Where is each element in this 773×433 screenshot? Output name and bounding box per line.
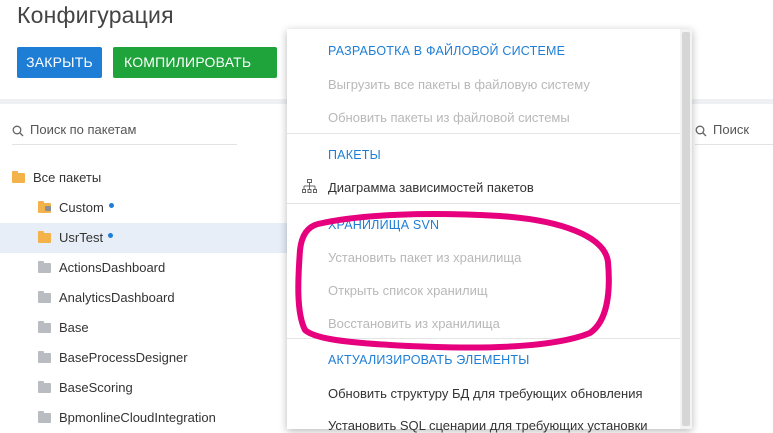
menu-header-update-elements: АКТУАЛИЗИРОВАТЬ ЭЛЕМЕНТЫ (328, 353, 530, 367)
hierarchy-icon (302, 179, 317, 193)
tree-item-label: UsrTest (59, 230, 104, 245)
tree-item-label: Base (59, 320, 89, 335)
tree-item-label: Все пакеты (33, 170, 102, 185)
locked-folder-icon (38, 200, 51, 213)
compile-button[interactable]: КОМПИЛИРОВАТЬ (113, 47, 277, 97)
menu-item-update-from-file-system[interactable]: Обновить пакеты из файловой системы (328, 110, 570, 125)
tree-item-label: Custom (59, 200, 104, 215)
folder-icon (12, 170, 25, 183)
menu-item-install-from-repository[interactable]: Установить пакет из хранилища (328, 250, 521, 265)
tree-item-custom[interactable]: Custom (38, 193, 282, 223)
menu-separator (287, 338, 680, 339)
page-title: Конфигурация (17, 2, 174, 28)
close-button[interactable]: ЗАКРЫТЬ (17, 47, 102, 78)
tree-item-label: ActionsDashboard (59, 260, 166, 275)
right-search-input[interactable]: Поиск (695, 122, 773, 145)
menu-item-install-sql-scripts[interactable]: Установить SQL сценарии для требующих ус… (328, 418, 648, 433)
right-search-placeholder: Поиск (713, 122, 750, 137)
tree-item-basescoring[interactable]: BaseScoring (38, 373, 282, 403)
folder-icon (38, 350, 51, 363)
menu-item-export-packages[interactable]: Выгрузить все пакеты в файловую систему (328, 77, 590, 92)
menu-header-svn-repositories: ХРАНИЛИЩА SVN (328, 218, 440, 232)
menu-scrollbar-thumb[interactable] (682, 32, 690, 426)
modified-indicator (108, 203, 114, 209)
search-icon (695, 125, 707, 137)
folder-icon (38, 230, 51, 243)
compile-button-label: КОМПИЛИРОВАТЬ (124, 54, 252, 70)
tree-item-label: BaseScoring (59, 380, 133, 395)
folder-icon (38, 410, 51, 423)
folder-icon (38, 320, 51, 333)
menu-item-package-dependency-diagram[interactable]: Диаграмма зависимостей пакетов (328, 180, 534, 195)
menu-item-open-repository-list[interactable]: Открыть список хранилищ (328, 283, 488, 298)
tree-item-all-packages[interactable]: Все пакеты (12, 163, 282, 193)
menu-header-packages: ПАКЕТЫ (328, 148, 381, 162)
folder-icon (38, 290, 51, 303)
tree-item-base[interactable]: Base (38, 313, 282, 343)
search-icon (12, 125, 24, 137)
menu-separator (287, 133, 680, 134)
menu-scrollbar[interactable] (680, 29, 692, 429)
folder-icon (38, 260, 51, 273)
tree-item-label: BpmonlineCloudIntegration (59, 410, 216, 425)
package-search-placeholder: Поиск по пакетам (30, 122, 137, 137)
tree-item-analyticsdashboard[interactable]: AnalyticsDashboard (38, 283, 282, 313)
tree-item-baseprocessdesigner[interactable]: BaseProcessDesigner (38, 343, 282, 373)
caret-down-icon (130, 91, 140, 97)
menu-header-file-system: РАЗРАБОТКА В ФАЙЛОВОЙ СИСТЕМЕ (328, 44, 566, 58)
menu-item-update-db-structure[interactable]: Обновить структуру БД для требующих обно… (328, 386, 643, 401)
tree-item-actionsdashboard[interactable]: ActionsDashboard (38, 253, 282, 283)
package-search-input[interactable]: Поиск по пакетам (12, 122, 237, 145)
folder-icon (38, 380, 51, 393)
tree-item-label: BaseProcessDesigner (59, 350, 188, 365)
compile-dropdown-menu: РАЗРАБОТКА В ФАЙЛОВОЙ СИСТЕМЕ Выгрузить … (287, 29, 692, 433)
tree-item-label: AnalyticsDashboard (59, 290, 175, 305)
tree-item-usrtest[interactable]: UsrTest (0, 223, 287, 253)
menu-item-restore-from-repository[interactable]: Восстановить из хранилища (328, 316, 500, 331)
menu-separator (287, 203, 680, 204)
lock-icon (45, 205, 51, 211)
modified-indicator (108, 233, 114, 239)
